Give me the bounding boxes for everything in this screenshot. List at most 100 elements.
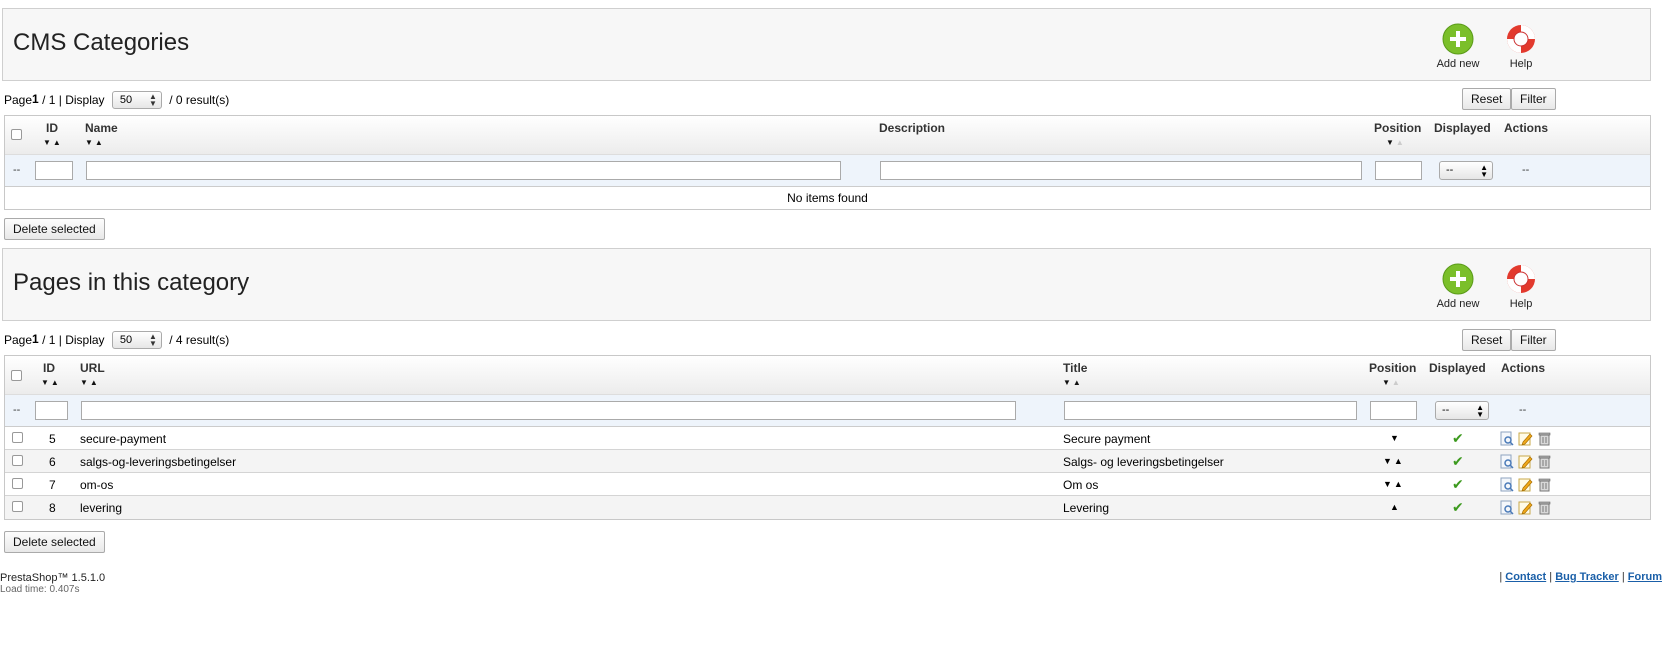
table-row[interactable]: 8 levering Levering ▲ ✔: [5, 496, 1650, 519]
add-new-category-button[interactable]: Add new: [1428, 23, 1488, 70]
row-title: Salgs- og leveringsbetingelser: [1063, 455, 1224, 469]
filter-row: -- -- ▲ ▼ --: [5, 395, 1650, 427]
col-displayed: Displayed: [1429, 361, 1486, 375]
row-id: 6: [49, 455, 56, 469]
filter-description-input[interactable]: [880, 161, 1362, 180]
sort-id-icon[interactable]: ▼▲: [41, 378, 61, 387]
plus-circle-icon: [1442, 23, 1474, 55]
display-per-page-select[interactable]: 50 ▲ ▼: [111, 330, 162, 349]
filter-id-input[interactable]: [35, 401, 68, 420]
sort-url-icon[interactable]: ▼▲: [80, 378, 100, 387]
sort-name-icon[interactable]: ▼▲: [85, 138, 105, 147]
filter-position-input[interactable]: [1375, 161, 1422, 180]
filter-name-input[interactable]: [86, 161, 841, 180]
row-actions: [1499, 431, 1552, 446]
page-number: 1: [32, 332, 39, 346]
filter-url-input[interactable]: [81, 401, 1016, 420]
row-checkbox[interactable]: [12, 478, 23, 489]
trash-icon[interactable]: [1537, 431, 1552, 446]
check-icon[interactable]: ✔: [1452, 499, 1464, 516]
position-arrows[interactable]: ▲: [1390, 502, 1401, 512]
displayed-select-value: --: [1446, 164, 1454, 176]
edit-icon[interactable]: [1518, 454, 1533, 469]
select-all-checkbox[interactable]: [11, 370, 22, 381]
display-per-page-select[interactable]: 50 ▲ ▼: [111, 90, 162, 109]
col-id: ID: [46, 121, 58, 135]
row-url: secure-payment: [80, 432, 167, 446]
filter-button[interactable]: Filter: [1511, 88, 1556, 110]
col-position: Position: [1369, 361, 1417, 375]
view-icon[interactable]: [1499, 500, 1514, 515]
filter-displayed-select[interactable]: -- ▲ ▼: [1439, 161, 1493, 180]
col-description: Description: [879, 121, 946, 135]
check-icon[interactable]: ✔: [1452, 430, 1464, 447]
footer-links: | Contact | Bug Tracker | Forum: [1499, 571, 1662, 583]
sort-position-icon[interactable]: ▼▲: [1386, 138, 1406, 147]
results-count: / 0 result(s): [169, 92, 230, 107]
table-row[interactable]: 6 salgs-og-leveringsbetingelser Salgs- o…: [5, 450, 1650, 473]
edit-icon[interactable]: [1518, 431, 1533, 446]
view-icon[interactable]: [1499, 454, 1514, 469]
filter-dash: --: [13, 404, 21, 416]
forum-link[interactable]: Forum: [1628, 571, 1662, 583]
table-body: 5 secure-payment Secure payment ▼ ✔ 6 sa…: [5, 427, 1650, 519]
trash-icon[interactable]: [1537, 500, 1552, 515]
view-icon[interactable]: [1499, 431, 1514, 446]
trash-icon[interactable]: [1537, 454, 1552, 469]
position-arrows[interactable]: ▼▲: [1383, 456, 1405, 466]
table-row[interactable]: 7 om-os Om os ▼▲ ✔: [5, 473, 1650, 496]
col-actions: Actions: [1501, 361, 1546, 375]
check-icon[interactable]: ✔: [1452, 476, 1464, 493]
contact-link[interactable]: Contact: [1505, 571, 1546, 583]
select-arrows-icon: ▲ ▼: [1480, 163, 1488, 179]
row-checkbox[interactable]: [12, 432, 23, 443]
help-button[interactable]: Help: [1491, 263, 1551, 310]
table-row[interactable]: 5 secure-payment Secure payment ▼ ✔: [5, 427, 1650, 450]
per-page-value: 50: [119, 93, 133, 106]
filter-title-input[interactable]: [1064, 401, 1357, 420]
empty-message: No items found: [787, 191, 868, 205]
add-new-page-button[interactable]: Add new: [1428, 263, 1488, 310]
help-button[interactable]: Help: [1491, 23, 1551, 70]
sort-id-icon[interactable]: ▼▲: [43, 138, 63, 147]
row-checkbox[interactable]: [12, 501, 23, 512]
row-checkbox[interactable]: [12, 455, 23, 466]
position-arrows[interactable]: ▼▲: [1383, 479, 1405, 489]
plus-circle-icon: [1442, 263, 1474, 295]
reset-button[interactable]: Reset: [1462, 88, 1512, 110]
col-id: ID: [43, 361, 55, 375]
section-title: Pages in this category: [13, 269, 250, 296]
sort-title-icon[interactable]: ▼▲: [1063, 378, 1083, 387]
filter-displayed-select[interactable]: -- ▲ ▼: [1435, 401, 1489, 420]
page-number: 1: [32, 92, 39, 106]
sort-position-icon[interactable]: ▼▲: [1382, 378, 1402, 387]
col-title: Title: [1063, 361, 1088, 375]
select-arrows-icon: ▲ ▼: [148, 91, 157, 108]
filter-button[interactable]: Filter: [1511, 329, 1556, 351]
delete-selected-button[interactable]: Delete selected: [4, 218, 105, 240]
page-label: Page: [4, 332, 33, 347]
filter-position-input[interactable]: [1370, 401, 1417, 420]
view-icon[interactable]: [1499, 477, 1514, 492]
filter-id-input[interactable]: [35, 161, 73, 180]
row-title: Secure payment: [1063, 432, 1151, 446]
row-id: 8: [49, 501, 56, 515]
help-label: Help: [1509, 58, 1533, 70]
footer-info: PrestaShop™ 1.5.1.0 Load time: 0.407s: [0, 572, 105, 596]
filter-row: -- -- ▲ ▼ --: [5, 155, 1650, 187]
trash-icon[interactable]: [1537, 477, 1552, 492]
page-of-label: / 1 | Display: [42, 92, 105, 107]
reset-button[interactable]: Reset: [1462, 329, 1512, 351]
check-icon[interactable]: ✔: [1452, 453, 1464, 470]
lifebuoy-icon: [1507, 25, 1535, 53]
row-title: Om os: [1063, 478, 1099, 492]
bug-tracker-link[interactable]: Bug Tracker: [1555, 571, 1619, 583]
actions-dash: --: [1522, 164, 1530, 176]
delete-selected-button[interactable]: Delete selected: [4, 531, 105, 553]
footer-sep: |: [1499, 571, 1503, 583]
edit-icon[interactable]: [1518, 500, 1533, 515]
position-arrows[interactable]: ▼: [1390, 433, 1401, 443]
edit-icon[interactable]: [1518, 477, 1533, 492]
select-all-checkbox[interactable]: [11, 129, 22, 140]
per-page-value: 50: [119, 333, 133, 346]
